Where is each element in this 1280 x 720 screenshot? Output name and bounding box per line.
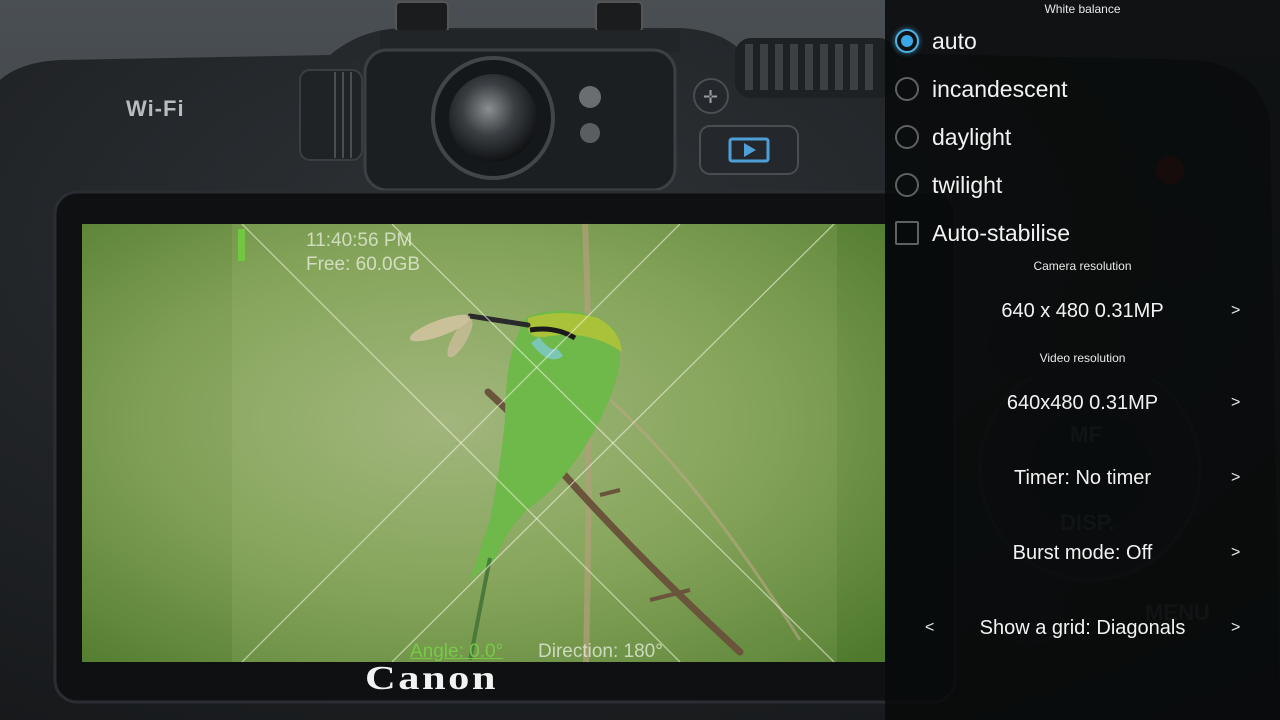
white-balance-title: White balance (1044, 2, 1121, 16)
white-balance-option-label: incandescent (932, 75, 1068, 102)
clock-readout: 11:40:56 PM (306, 230, 413, 251)
timer-value: Timer: No timer (1013, 467, 1152, 489)
video-resolution-next-arrow[interactable]: > (1231, 394, 1240, 412)
burst-mode-value: Burst mode: Off (1012, 542, 1153, 564)
video-resolution-selector[interactable]: 640x480 0.31MP > (885, 382, 1280, 426)
wifi-label: Wi-Fi (126, 96, 185, 121)
camera-resolution-next-arrow[interactable]: > (1231, 302, 1240, 320)
angle-readout: Angle: 0.0° (410, 641, 504, 662)
svg-text:✛: ✛ (703, 87, 718, 108)
radio-selected-icon[interactable] (895, 29, 919, 53)
video-resolution-value: 640x480 0.31MP (1006, 392, 1159, 414)
timer-selector[interactable]: Timer: No timer > (885, 457, 1280, 501)
timer-next-arrow[interactable]: > (1231, 469, 1240, 487)
white-balance-option-label: daylight (932, 123, 1012, 150)
white-balance-option-label: twilight (932, 171, 1003, 198)
checkbox-unchecked-icon[interactable] (895, 221, 919, 245)
camera-preview[interactable]: 11:40:56 PM Free: 60.0GB Angle: 0.0° Dir… (82, 224, 885, 662)
white-balance-option-auto[interactable]: auto (895, 21, 1265, 61)
grid-value: Show a grid: Diagonals (979, 617, 1186, 639)
direction-readout: Direction: 180° (538, 641, 663, 662)
white-balance-option-incandescent[interactable]: incandescent (895, 69, 1265, 109)
burst-mode-next-arrow[interactable]: > (1231, 544, 1240, 562)
grid-next-arrow[interactable]: > (1231, 619, 1240, 637)
burst-mode-selector[interactable]: Burst mode: Off > (885, 532, 1280, 576)
camera-resolution-title: Camera resolution (1033, 259, 1132, 273)
free-space-readout: Free: 60.0GB (306, 254, 421, 275)
diagonal-grid-overlay (241, 224, 835, 662)
white-balance-option-label: auto (932, 27, 977, 54)
radio-unselected-icon[interactable] (895, 77, 919, 101)
white-balance-option-twilight[interactable]: twilight (895, 165, 1265, 205)
auto-stabilise-checkbox-row[interactable]: Auto-stabilise (895, 213, 1265, 253)
battery-icon (238, 229, 245, 261)
grid-selector[interactable]: < Show a grid: Diagonals > (885, 607, 1280, 651)
white-balance-option-daylight[interactable]: daylight (895, 117, 1265, 157)
camera-resolution-selector[interactable]: 640 x 480 0.31MP > (885, 290, 1280, 334)
brand-logo: Canon (365, 660, 498, 697)
radio-unselected-icon[interactable] (895, 125, 919, 149)
radio-unselected-icon[interactable] (895, 173, 919, 197)
settings-panel: White balance auto incandescent daylight… (885, 0, 1280, 720)
video-resolution-title: Video resolution (1039, 351, 1126, 365)
auto-stabilise-label: Auto-stabilise (932, 219, 1071, 246)
camera-resolution-value: 640 x 480 0.31MP (1001, 300, 1164, 322)
